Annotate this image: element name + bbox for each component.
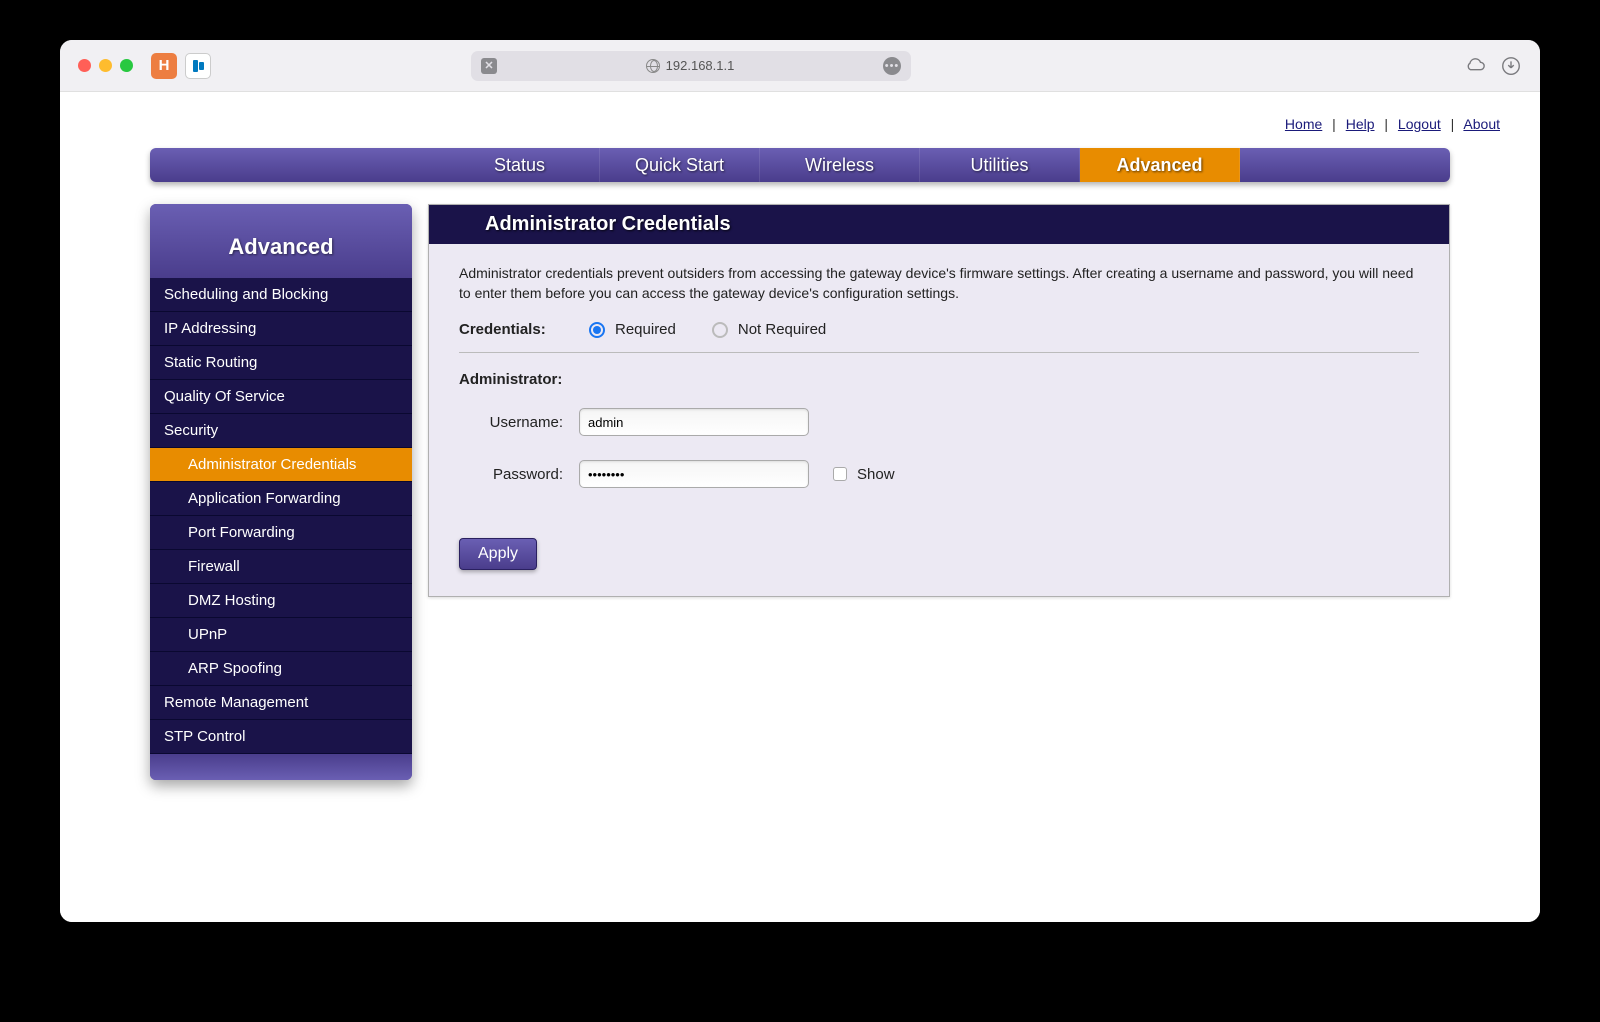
credentials-label: Credentials: — [459, 321, 569, 338]
sidebar-item-static-routing[interactable]: Static Routing — [150, 346, 412, 380]
sidebar-footer — [150, 754, 412, 780]
radio-not-required[interactable]: Not Required — [712, 321, 826, 338]
app-icon-trello[interactable] — [185, 53, 211, 79]
tab-status[interactable]: Status — [440, 148, 600, 182]
tab-utilities[interactable]: Utilities — [920, 148, 1080, 182]
content-panel: Administrator Credentials Administrator … — [428, 204, 1450, 597]
more-options-icon[interactable]: ••• — [883, 57, 901, 75]
username-label: Username: — [469, 414, 579, 431]
link-home[interactable]: Home — [1285, 116, 1322, 132]
sidebar-item-upnp[interactable]: UPnP — [150, 618, 412, 652]
sidebar-item-app-forwarding[interactable]: Application Forwarding — [150, 482, 412, 516]
radio-not-required-label: Not Required — [738, 321, 826, 338]
apply-button[interactable]: Apply — [459, 538, 537, 570]
sidebar-item-ip-addressing[interactable]: IP Addressing — [150, 312, 412, 346]
radio-required-input[interactable] — [589, 322, 605, 338]
globe-icon — [646, 59, 660, 73]
browser-window: H ✕ 192.168.1.1 ••• Home | Help | Logout… — [60, 40, 1540, 922]
cloud-icon[interactable] — [1464, 55, 1486, 77]
top-links: Home | Help | Logout | About — [60, 92, 1540, 148]
sidebar-item-remote-mgmt[interactable]: Remote Management — [150, 686, 412, 720]
tab-quick-start[interactable]: Quick Start — [600, 148, 760, 182]
sidebar-item-arp-spoofing[interactable]: ARP Spoofing — [150, 652, 412, 686]
app-icon-h[interactable]: H — [151, 53, 177, 79]
link-help[interactable]: Help — [1346, 116, 1375, 132]
sidebar-item-security[interactable]: Security — [150, 414, 412, 448]
tab-advanced[interactable]: Advanced — [1080, 148, 1240, 182]
sidebar-item-port-forwarding[interactable]: Port Forwarding — [150, 516, 412, 550]
downloads-icon[interactable] — [1500, 55, 1522, 77]
sidebar-item-scheduling[interactable]: Scheduling and Blocking — [150, 278, 412, 312]
sidebar-item-admin-credentials[interactable]: Administrator Credentials — [150, 448, 412, 482]
browser-toolbar: H ✕ 192.168.1.1 ••• — [60, 40, 1540, 92]
site-settings-icon[interactable]: ✕ — [481, 58, 497, 74]
close-window-button[interactable] — [78, 59, 91, 72]
window-controls — [78, 59, 133, 72]
show-password-checkbox[interactable] — [833, 467, 847, 481]
username-input[interactable] — [579, 408, 809, 436]
radio-not-required-input[interactable] — [712, 322, 728, 338]
sidebar-item-stp-control[interactable]: STP Control — [150, 720, 412, 754]
password-input[interactable] — [579, 460, 809, 488]
password-label: Password: — [469, 466, 579, 483]
sidebar-item-dmz[interactable]: DMZ Hosting — [150, 584, 412, 618]
radio-required[interactable]: Required — [589, 321, 676, 338]
credentials-row: Credentials: Required Not Required — [459, 321, 1419, 353]
content-title: Administrator Credentials — [429, 205, 1449, 244]
toolbar-app-icons: H — [151, 53, 211, 79]
link-about[interactable]: About — [1463, 116, 1500, 132]
sidebar-item-qos[interactable]: Quality Of Service — [150, 380, 412, 414]
url-text: 192.168.1.1 — [666, 58, 735, 73]
tab-wireless[interactable]: Wireless — [760, 148, 920, 182]
radio-required-label: Required — [615, 321, 676, 338]
link-logout[interactable]: Logout — [1398, 116, 1441, 132]
maximize-window-button[interactable] — [120, 59, 133, 72]
page-content: Home | Help | Logout | About Status Quic… — [60, 92, 1540, 922]
main-nav: Status Quick Start Wireless Utilities Ad… — [150, 148, 1450, 182]
administrator-section-label: Administrator: — [459, 371, 1419, 388]
minimize-window-button[interactable] — [99, 59, 112, 72]
show-password-label: Show — [857, 466, 895, 483]
sidebar-title: Advanced — [150, 204, 412, 278]
sidebar-item-firewall[interactable]: Firewall — [150, 550, 412, 584]
content-description: Administrator credentials prevent outsid… — [459, 264, 1419, 303]
sidebar: Advanced Scheduling and Blocking IP Addr… — [150, 204, 412, 780]
address-bar[interactable]: ✕ 192.168.1.1 ••• — [471, 51, 911, 81]
